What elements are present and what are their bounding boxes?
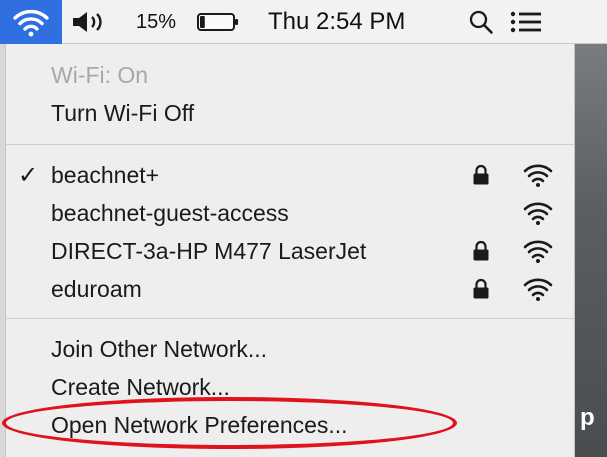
create-network-item[interactable]: Create Network...	[6, 368, 574, 406]
desktop-partial-text: p	[580, 404, 595, 431]
wifi-signal-icon	[523, 240, 553, 263]
wifi-dropdown-menu: Wi-Fi: On Turn Wi-Fi Off ✓ beachnet+ bea…	[5, 44, 575, 457]
join-other-network-item[interactable]: Join Other Network...	[6, 330, 574, 368]
turn-wifi-off-item[interactable]: Turn Wi-Fi Off	[6, 94, 574, 132]
wifi-signal-icon	[523, 164, 553, 187]
battery-percent[interactable]: 15%	[136, 0, 176, 44]
wifi-status-menu[interactable]	[0, 0, 62, 44]
wifi-status-label: Wi-Fi: On	[51, 61, 149, 88]
notification-center-button[interactable]	[510, 0, 542, 44]
wifi-signal-icon	[523, 278, 553, 301]
spotlight-search-icon	[469, 10, 493, 34]
speaker-volume-icon	[73, 12, 102, 32]
desktop-background	[574, 40, 607, 457]
network-name: eduroam	[51, 275, 142, 302]
network-name: beachnet-guest-access	[51, 199, 289, 226]
network-item-direct-hp-laserjet[interactable]: DIRECT-3a-HP M477 LaserJet	[6, 232, 574, 270]
wifi-status-item: Wi-Fi: On	[6, 56, 574, 94]
network-item-eduroam[interactable]: eduroam	[6, 270, 574, 308]
menu-separator	[6, 144, 574, 145]
lock-icon	[473, 278, 489, 299]
clock[interactable]: Thu 2:54 PM	[268, 0, 405, 44]
join-other-network-label: Join Other Network...	[51, 335, 268, 362]
spotlight-button[interactable]	[468, 0, 494, 44]
lock-icon	[473, 240, 489, 261]
create-network-label: Create Network...	[51, 373, 230, 400]
open-network-preferences-item[interactable]: Open Network Preferences...	[6, 406, 574, 444]
lock-icon	[473, 164, 489, 185]
battery-icon	[197, 13, 238, 31]
battery-menu[interactable]	[196, 0, 242, 44]
network-item-beachnet-plus[interactable]: ✓ beachnet+	[6, 156, 574, 194]
wifi-signal-icon	[523, 202, 553, 225]
network-name: beachnet+	[51, 161, 160, 188]
volume-menu[interactable]	[70, 0, 118, 44]
turn-wifi-off-label: Turn Wi-Fi Off	[51, 99, 195, 126]
wifi-icon	[13, 9, 49, 37]
network-name: DIRECT-3a-HP M477 LaserJet	[51, 237, 367, 264]
network-item-beachnet-guest-access[interactable]: beachnet-guest-access	[6, 194, 574, 232]
checkmark-icon: ✓	[18, 161, 39, 189]
open-network-preferences-label: Open Network Preferences...	[51, 411, 348, 438]
menu-bar: 15% Thu 2:54 PM	[0, 0, 607, 44]
menu-separator	[6, 318, 574, 319]
notification-center-icon	[510, 11, 541, 33]
